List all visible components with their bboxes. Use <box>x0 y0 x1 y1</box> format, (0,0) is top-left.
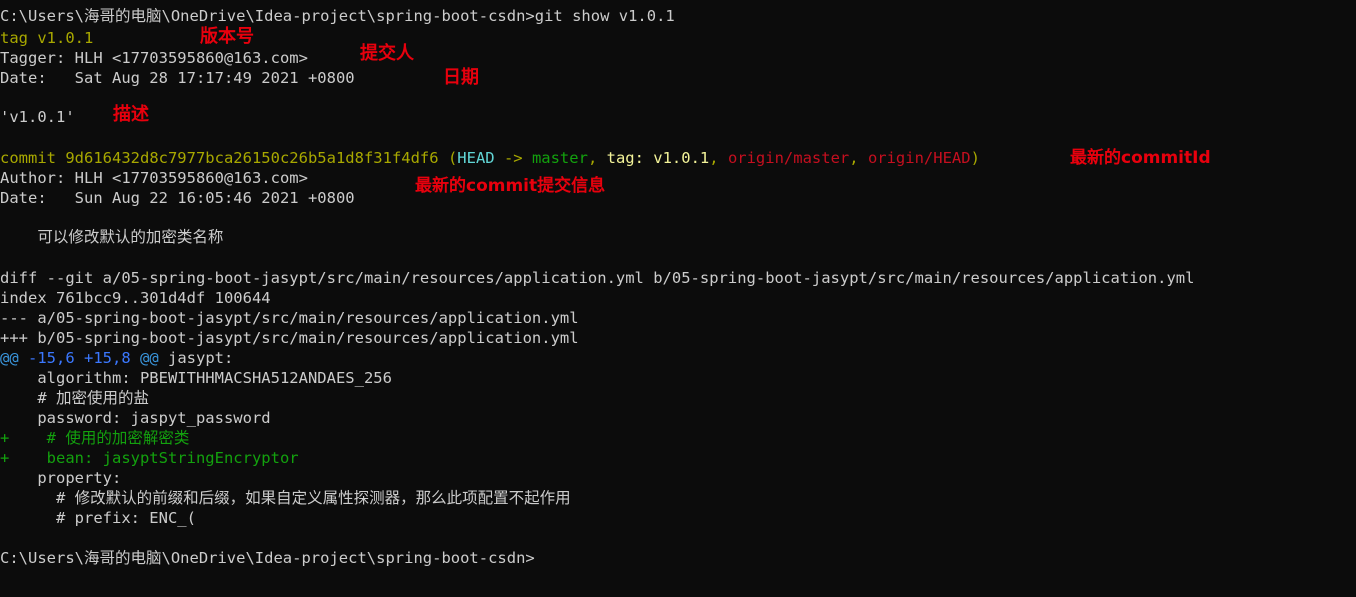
prompt-command-line: C:\Users\海哥的电脑\OneDrive\Idea-project\spr… <box>0 6 675 26</box>
annotation-date: 日期 <box>443 67 479 88</box>
ref-head: HEAD <box>457 149 495 167</box>
yaml-prefix-line: # prefix: ENC_( <box>0 509 196 527</box>
yaml-password-line: password: jaspyt_password <box>0 409 271 427</box>
ref-arrow: -> <box>494 149 532 167</box>
diff-hunk-line: @@ -15,6 +15,8 @@ jasypt: <box>0 348 233 368</box>
commit-line: commit 9d616432d8c7977bca26150c26b5a1d8f… <box>0 148 980 168</box>
ref-sep-2: , <box>709 149 728 167</box>
hunk-at-open: @@ <box>0 349 28 367</box>
commit-message-line: 可以修改默认的加密类名称 <box>0 228 224 246</box>
annotation-latest-commit-id: 最新的commitId <box>1070 148 1211 168</box>
ref-origin-head: origin/HEAD <box>867 149 971 167</box>
annotation-version-number: 版本号 <box>200 26 254 47</box>
hunk-context: jasypt: <box>158 349 234 367</box>
annotation-committer: 提交人 <box>360 43 414 64</box>
yaml-prefix-comment-line: # 修改默认的前缀和后缀，如果自定义属性探测器，那么此项配置不起作用 <box>0 489 571 507</box>
prompt-path: C:\Users\海哥的电脑\OneDrive\Idea-project\spr… <box>0 7 535 25</box>
commit-hash: 9d616432d8c7977bca26150c26b5a1d8f31f4df6 <box>65 149 439 167</box>
diff-git-line: diff --git a/05-spring-boot-jasypt/src/m… <box>0 269 1195 287</box>
ref-sep-3: , <box>849 149 868 167</box>
ref-sep-1: , <box>587 149 607 167</box>
tagger-line: Tagger: HLH <17703595860@163.com> <box>0 49 308 67</box>
annotation-description: 描述 <box>113 104 149 125</box>
tag-line: tag v1.0.1 <box>0 29 94 47</box>
hunk-range: -15,6 +15,8 <box>28 349 131 367</box>
diff-added-comment-line: + # 使用的加密解密类 <box>0 429 190 447</box>
terminal-output: C:\Users\海哥的电脑\OneDrive\Idea-project\spr… <box>0 0 1356 597</box>
ref-tag: tag: v1.0.1 <box>606 149 710 167</box>
author-line: Author: HLH <17703595860@163.com> <box>0 169 308 187</box>
diff-added-bean-line: + bean: jasyptStringEncryptor <box>0 449 299 467</box>
commit-date-line: Date: Sun Aug 22 16:05:46 2021 +0800 <box>0 189 355 207</box>
yaml-algorithm-line: algorithm: PBEWITHHMACSHA512ANDAES_256 <box>0 369 392 387</box>
diff-index-line: index 761bcc9..301d4df 100644 <box>0 289 271 307</box>
annotation-latest-commit-info: 最新的commit提交信息 <box>415 176 606 196</box>
hunk-at-close: @@ <box>130 349 159 367</box>
ref-origin-master: origin/master <box>727 149 850 167</box>
commit-keyword: commit <box>0 149 66 167</box>
typed-command: git show v1.0.1 <box>534 7 675 25</box>
terminal-window[interactable]: C:\Users\海哥的电脑\OneDrive\Idea-project\spr… <box>0 0 1356 597</box>
yaml-property-line: property: <box>0 469 122 487</box>
tag-message-line: 'v1.0.1' <box>0 108 75 126</box>
diff-plus-file-line: +++ b/05-spring-boot-jasypt/src/main/res… <box>0 329 579 347</box>
commit-paren-close: ) <box>970 149 980 167</box>
commit-paren-open: ( <box>438 149 458 167</box>
tag-date-line: Date: Sat Aug 28 17:17:49 2021 +0800 <box>0 69 355 87</box>
diff-minus-file-line: --- a/05-spring-boot-jasypt/src/main/res… <box>0 309 579 327</box>
yaml-salt-comment-line: # 加密使用的盐 <box>0 389 149 407</box>
final-prompt-line: C:\Users\海哥的电脑\OneDrive\Idea-project\spr… <box>0 549 535 567</box>
ref-master: master <box>531 149 588 167</box>
